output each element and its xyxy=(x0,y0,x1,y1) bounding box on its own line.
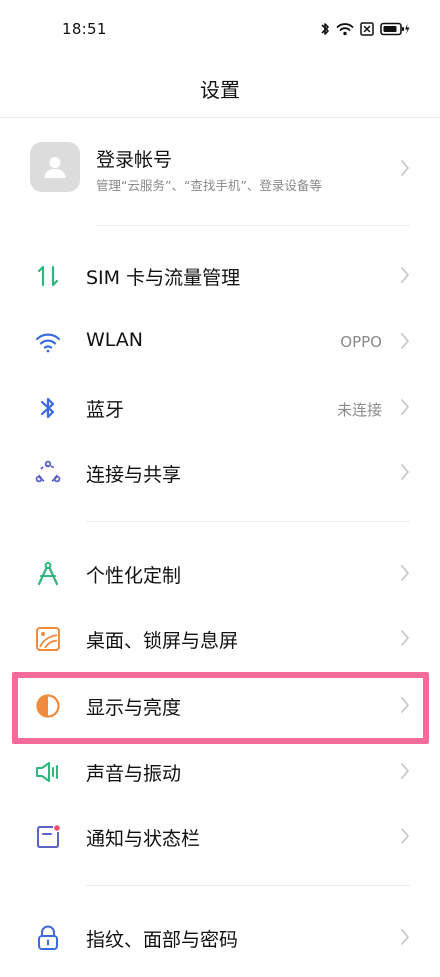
settings-item-notifications[interactable]: 通知与状态栏 xyxy=(0,806,440,866)
status-bar: 18:51 xyxy=(0,0,440,58)
account-row[interactable]: 登录帐号 管理“云服务”、“查找手机”、登录设备等 xyxy=(0,135,440,200)
battery-icon xyxy=(380,22,410,36)
connection-sharing-icon xyxy=(34,459,62,487)
settings-item-security[interactable]: 指纹、面部与密码 xyxy=(0,907,440,967)
notification-icon xyxy=(34,823,62,851)
page-title: 设置 xyxy=(200,78,240,102)
settings-item-bluetooth[interactable]: 蓝牙 未连接 xyxy=(0,377,440,437)
bluetooth-status-icon xyxy=(321,23,329,35)
chevron-right-icon xyxy=(401,160,409,176)
no-sim-icon xyxy=(360,22,374,36)
chevron-right-icon xyxy=(401,565,409,581)
chevron-right-icon xyxy=(401,267,409,283)
settings-item-sim[interactable]: SIM 卡与流量管理 xyxy=(0,245,440,305)
chevron-right-icon xyxy=(401,333,409,349)
section-divider xyxy=(86,521,410,522)
header-divider xyxy=(0,117,440,118)
settings-item-label: SIM 卡与流量管理 xyxy=(86,267,241,289)
settings-item-label: 连接与共享 xyxy=(86,464,182,486)
settings-item-personalization[interactable]: 个性化定制 xyxy=(0,543,440,603)
settings-item-label: 声音与振动 xyxy=(86,763,182,785)
wallpaper-icon xyxy=(34,625,62,653)
settings-item-label: 桌面、锁屏与息屏 xyxy=(86,630,239,652)
chevron-right-icon xyxy=(401,464,409,480)
speaker-icon xyxy=(34,758,62,786)
bluetooth-icon xyxy=(34,394,62,422)
chevron-right-icon xyxy=(401,763,409,779)
settings-item-label: 指纹、面部与密码 xyxy=(86,929,239,951)
chevron-right-icon xyxy=(401,399,409,415)
wifi-status-icon xyxy=(336,23,354,36)
lock-icon xyxy=(34,924,62,952)
status-time: 18:51 xyxy=(62,20,107,38)
sim-data-icon xyxy=(34,262,62,290)
account-subtitle: 管理“云服务”、“查找手机”、登录设备等 xyxy=(96,178,322,193)
settings-item-label: 个性化定制 xyxy=(86,565,182,587)
status-icons xyxy=(320,20,410,38)
settings-item-wlan[interactable]: WLAN OPPO xyxy=(0,311,440,371)
settings-item-label: 蓝牙 xyxy=(86,399,125,421)
account-name: 登录帐号 xyxy=(96,149,173,171)
chevron-right-icon xyxy=(401,630,409,646)
settings-item-sound-vibration[interactable]: 声音与振动 xyxy=(0,741,440,801)
chevron-right-icon xyxy=(401,929,409,945)
chevron-right-icon xyxy=(401,828,409,844)
wlan-status-value: OPPO xyxy=(340,333,382,351)
settings-item-connection-sharing[interactable]: 连接与共享 xyxy=(0,442,440,502)
bluetooth-status-value: 未连接 xyxy=(336,401,382,419)
wifi-icon xyxy=(34,328,62,356)
compass-icon xyxy=(34,560,62,588)
avatar xyxy=(30,142,80,192)
section-divider xyxy=(86,885,410,886)
section-divider xyxy=(96,225,410,226)
highlight-box xyxy=(12,672,429,744)
settings-item-wallpaper[interactable]: 桌面、锁屏与息屏 xyxy=(0,608,440,668)
settings-item-label: WLAN xyxy=(86,329,144,351)
settings-item-label: 通知与状态栏 xyxy=(86,828,201,850)
person-icon xyxy=(44,157,66,178)
